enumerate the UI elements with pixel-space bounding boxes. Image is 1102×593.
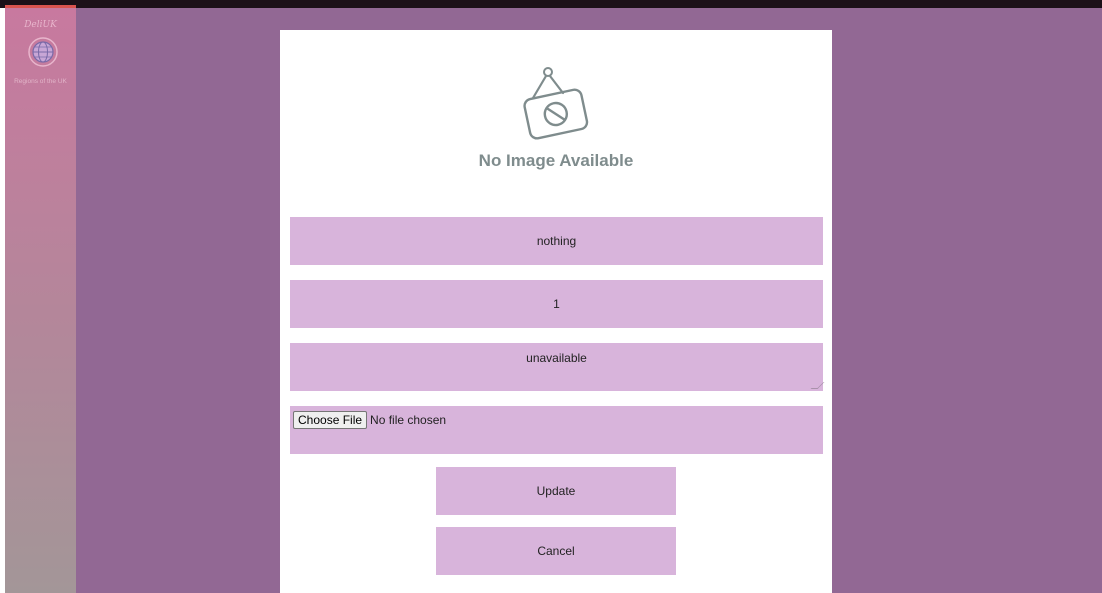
quantity-input[interactable]: 1 (290, 280, 823, 328)
cancel-button-label: Cancel (537, 544, 575, 558)
title-input-value: nothing (536, 234, 577, 248)
edit-item-panel: No Image Available nothing 1 unavailable… (280, 30, 832, 593)
update-button[interactable]: Update (436, 467, 676, 515)
resize-handle-icon[interactable] (810, 382, 825, 389)
globe-icon (28, 37, 58, 67)
update-button-label: Update (536, 484, 576, 498)
file-status-text: No file chosen (370, 413, 447, 427)
top-bar (0, 0, 1102, 8)
description-textarea-value: unavailable (526, 351, 587, 365)
sidebar: DeliUK Regions of the UK (5, 8, 76, 593)
logo-subtitle: Regions of the UK (14, 78, 67, 85)
choose-file-button[interactable]: Choose File (293, 411, 368, 429)
description-textarea[interactable]: unavailable (290, 343, 825, 391)
no-image-icon (523, 67, 589, 140)
site-logo[interactable]: DeliUK Regions of the UK (5, 14, 76, 85)
quantity-input-value: 1 (553, 297, 560, 311)
logo-title: DeliUK (24, 20, 57, 30)
title-input[interactable]: nothing (290, 217, 823, 265)
cancel-button[interactable]: Cancel (436, 527, 676, 575)
no-image-label: No Image Available (478, 151, 634, 170)
image-file-input: Choose File No file chosen (290, 406, 823, 454)
